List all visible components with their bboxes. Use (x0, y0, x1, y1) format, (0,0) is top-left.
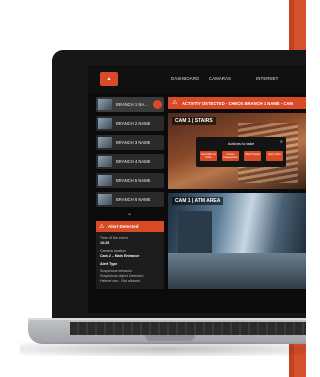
actions-popup: Actions to take ✕ Send Alarm to Police C… (196, 137, 286, 167)
top-navigation-bar: ▲ DASHBOARD CAMARAS INTERNET (88, 65, 306, 93)
alert-panel: ⚠ Alert Detected Time of the event 10:25… (96, 221, 164, 289)
branch-label: BRANCH 6 NAME (116, 197, 151, 202)
sidebar-item-branch-5[interactable]: BRANCH 5 NAME (96, 173, 164, 188)
sidebar-item-branch-4[interactable]: BRANCH 4 NAME (96, 154, 164, 169)
laptop-screen: ▲ DASHBOARD CAMARAS INTERNET BRANCH 1 NA… (88, 65, 306, 313)
alert-header: ⚠ Alert Detected (96, 221, 164, 232)
laptop-notch (145, 335, 195, 341)
popup-title: Actions to take (227, 141, 255, 146)
laptop-shadow (20, 342, 306, 356)
branch-label: BRANCH 1 NA... (116, 102, 148, 107)
time-value: 10:25 (100, 241, 110, 245)
chevron-down-icon[interactable]: ⌄ (127, 210, 132, 217)
camera-label: CAM 1 | STAIRS (172, 117, 216, 125)
sidebar-item-branch-1[interactable]: BRANCH 1 NA... (96, 97, 164, 112)
branch-thumbnail (98, 99, 112, 110)
alert-type-line: Helmet use - Not allowed (100, 279, 141, 283)
warning-icon: ⚠ (99, 224, 105, 230)
watch-replay-button[interactable]: Watch Replay (244, 151, 261, 161)
branch-thumbnail (98, 156, 112, 167)
camera-image-floor (168, 253, 306, 289)
contact-headquarters-button[interactable]: Contact Headquarters (222, 151, 239, 161)
alert-indicator-icon (153, 100, 162, 109)
nav-camaras[interactable]: CAMARAS (209, 76, 231, 81)
location-label: Camera location (100, 249, 127, 253)
app-logo[interactable]: ▲ (100, 72, 118, 86)
nav-dashboard[interactable]: DASHBOARD (171, 76, 199, 81)
branch-thumbnail (98, 175, 112, 186)
activity-banner[interactable]: ⚠ ACTIVITY DETECTED - CHECK BRANCH 1 NAM… (168, 97, 306, 109)
alert-type-line: Suspicious behavior (100, 269, 133, 273)
sidebar-item-branch-6[interactable]: BRANCH 6 NAME (96, 192, 164, 207)
camera-label: CAM 1 | ATM AREA (172, 197, 224, 205)
branch-thumbnail (98, 118, 112, 129)
alert-type-label: Alert Type (100, 262, 118, 266)
alert-title: Alert Detected (108, 224, 139, 229)
location-value: Cam 2 – Main Entrance (100, 254, 140, 258)
camera-feed-atm[interactable]: CAM 1 | ATM AREA (168, 193, 306, 289)
alarm-video-button[interactable]: Alarm Video (266, 151, 283, 161)
nav-internet[interactable]: INTERNET (256, 76, 279, 81)
branch-thumbnail (98, 194, 112, 205)
camera-feed-stairs[interactable]: CAM 1 | STAIRS Actions to take ✕ Send Al… (168, 113, 306, 189)
branch-label: BRANCH 5 NAME (116, 178, 151, 183)
send-alarm-button[interactable]: Send Alarm to Police (200, 151, 217, 161)
sidebar-item-branch-3[interactable]: BRANCH 3 NAME (96, 135, 164, 150)
branch-sidebar: BRANCH 1 NA... BRANCH 2 NAME BRANCH 3 NA… (96, 97, 164, 313)
branch-label: BRANCH 2 NAME (116, 121, 151, 126)
banner-text: ACTIVITY DETECTED - CHECK BRANCH 1 NAME … (182, 100, 293, 106)
laptop-keyboard (70, 322, 306, 335)
branch-label: BRANCH 3 NAME (116, 140, 151, 145)
time-label: Time of the event (100, 236, 128, 240)
sidebar-item-branch-2[interactable]: BRANCH 2 NAME (96, 116, 164, 131)
close-icon[interactable]: ✕ (280, 139, 283, 144)
alert-type-line: Suspicious object Detected (100, 274, 144, 278)
warning-icon: ⚠ (172, 100, 178, 106)
branch-label: BRANCH 4 NAME (116, 159, 151, 164)
branch-thumbnail (98, 137, 112, 148)
